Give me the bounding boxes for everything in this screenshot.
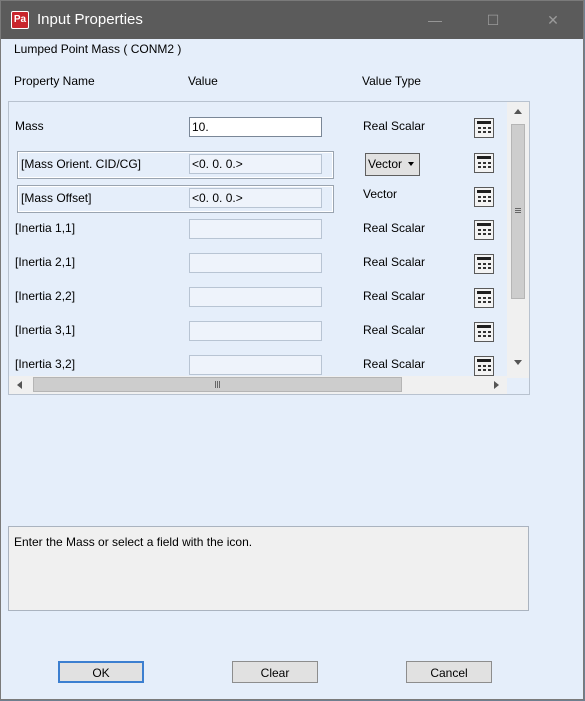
dropdown-label: Vector xyxy=(368,157,403,171)
field-select-icon[interactable] xyxy=(474,118,494,138)
vertical-scrollbar[interactable] xyxy=(507,102,529,378)
row-label-inertia-22: [Inertia 2,2] xyxy=(15,289,76,303)
scroll-up-icon[interactable] xyxy=(514,109,522,114)
row-type-inertia-31: Real Scalar xyxy=(363,323,426,337)
element-type-label: Lumped Point Mass ( CONM2 ) xyxy=(14,42,182,56)
ok-button[interactable]: OK xyxy=(58,661,144,683)
row-label-inertia-21: [Inertia 2,1] xyxy=(15,255,76,269)
inertia-32-input[interactable] xyxy=(189,355,322,375)
horizontal-scrollbar[interactable] xyxy=(9,376,507,394)
field-select-icon[interactable] xyxy=(474,356,494,376)
title-bar[interactable]: Pa Input Properties — ☐ ✕ xyxy=(1,1,583,39)
row-label-mass-offset: [Mass Offset] xyxy=(21,191,92,205)
help-text: Enter the Mass or select a field with th… xyxy=(14,535,253,549)
row-label-inertia-31: [Inertia 3,1] xyxy=(15,323,76,337)
mass-offset-input[interactable]: <0. 0. 0.> xyxy=(189,188,322,208)
clear-button[interactable]: Clear xyxy=(232,661,318,683)
input-properties-dialog: Pa Input Properties — ☐ ✕ Lumped Point M… xyxy=(0,0,584,700)
maximize-icon[interactable]: ☐ xyxy=(479,7,507,33)
inertia-21-input[interactable] xyxy=(189,253,322,273)
header-property-name: Property Name xyxy=(14,74,95,88)
horizontal-scroll-thumb[interactable] xyxy=(33,377,402,392)
row-type-mass: Real Scalar xyxy=(363,119,426,133)
field-select-icon[interactable] xyxy=(474,220,494,240)
vertical-scroll-thumb[interactable] xyxy=(511,124,525,299)
patran-app-icon: Pa xyxy=(11,11,29,29)
field-select-icon[interactable] xyxy=(474,288,494,308)
inertia-11-input[interactable] xyxy=(189,219,322,239)
scroll-right-icon[interactable] xyxy=(494,381,499,389)
row-label-inertia-11: [Inertia 1,1] xyxy=(15,221,76,235)
row-type-inertia-32: Real Scalar xyxy=(363,357,426,371)
inertia-31-input[interactable] xyxy=(189,321,322,341)
header-value-type: Value Type xyxy=(362,74,421,88)
value-type-dropdown[interactable]: Vector xyxy=(365,153,420,176)
window-title: Input Properties xyxy=(37,11,143,28)
help-text-panel: Enter the Mass or select a field with th… xyxy=(8,526,529,611)
row-type-inertia-11: Real Scalar xyxy=(363,221,426,235)
field-select-icon[interactable] xyxy=(474,254,494,274)
mass-input[interactable]: 10. xyxy=(189,117,322,137)
mass-orient-input[interactable]: <0. 0. 0.> xyxy=(189,154,322,174)
property-grid: Mass 10. Real Scalar [Mass Orient. CID/C… xyxy=(8,101,530,395)
field-select-icon[interactable] xyxy=(474,322,494,342)
close-icon[interactable]: ✕ xyxy=(539,7,567,33)
app-icon-text: Pa xyxy=(12,12,28,28)
row-label-mass: Mass xyxy=(15,119,44,133)
row-type-mass-offset: Vector xyxy=(363,187,398,201)
cancel-button[interactable]: Cancel xyxy=(406,661,492,683)
minimize-icon[interactable]: — xyxy=(421,7,449,33)
scroll-down-icon[interactable] xyxy=(514,360,522,365)
row-type-inertia-22: Real Scalar xyxy=(363,289,426,303)
row-type-inertia-21: Real Scalar xyxy=(363,255,426,269)
header-value: Value xyxy=(188,74,218,88)
chevron-down-icon xyxy=(408,162,414,166)
field-select-icon[interactable] xyxy=(474,187,494,207)
row-label-mass-orient: [Mass Orient. CID/CG] xyxy=(21,157,142,171)
field-select-icon[interactable] xyxy=(474,153,494,173)
inertia-22-input[interactable] xyxy=(189,287,322,307)
row-label-inertia-32: [Inertia 3,2] xyxy=(15,357,76,371)
scroll-left-icon[interactable] xyxy=(17,381,22,389)
